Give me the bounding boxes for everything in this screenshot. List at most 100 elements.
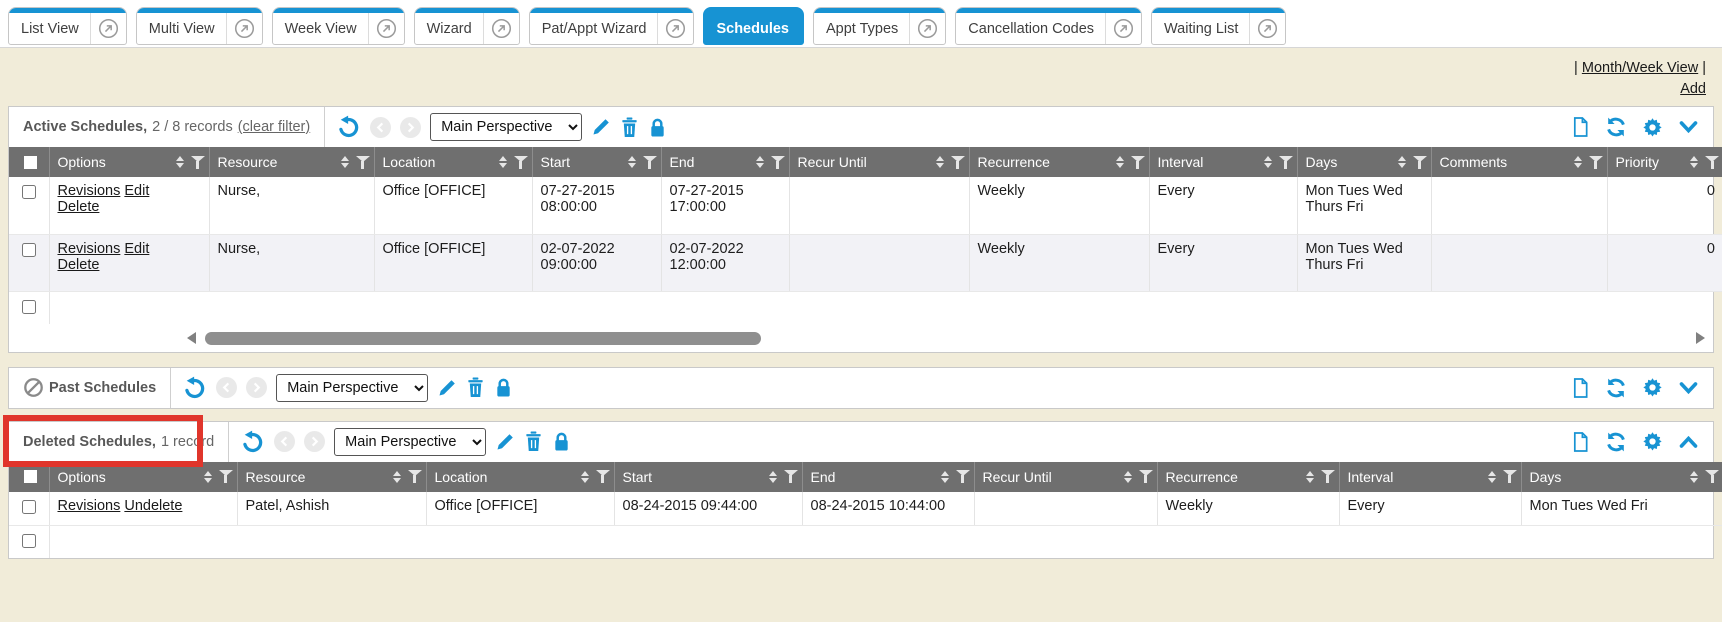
filter-icon[interactable]	[956, 470, 970, 483]
tab-multi-view[interactable]: Multi View	[136, 7, 263, 45]
column-header-start[interactable]: Start	[532, 147, 661, 177]
open-in-new-icon[interactable]	[369, 18, 404, 39]
filter-icon[interactable]	[1413, 156, 1427, 169]
tab-week-view[interactable]: Week View	[272, 7, 405, 45]
undelete-link[interactable]: Undelete	[124, 498, 182, 514]
filter-icon[interactable]	[1705, 156, 1719, 169]
next-icon[interactable]	[304, 431, 325, 452]
revisions-link[interactable]: Revisions	[58, 183, 121, 199]
tab-cancellation-codes[interactable]: Cancellation Codes	[955, 7, 1142, 45]
column-header-end[interactable]: End	[802, 462, 974, 492]
tab-schedules[interactable]: Schedules	[703, 7, 804, 45]
delete-perspective-icon[interactable]	[620, 117, 639, 138]
prev-icon[interactable]	[216, 377, 237, 398]
settings-gear-icon[interactable]	[1642, 377, 1663, 398]
sort-icon[interactable]	[628, 156, 636, 168]
filter-icon[interactable]	[784, 470, 798, 483]
row-checkbox[interactable]	[22, 185, 36, 199]
settings-gear-icon[interactable]	[1642, 431, 1663, 452]
refresh-icon[interactable]	[1605, 431, 1627, 453]
lock-icon[interactable]	[552, 431, 571, 452]
column-header-comments[interactable]: Comments	[1431, 147, 1607, 177]
row-checkbox[interactable]	[22, 534, 36, 548]
sort-icon[interactable]	[769, 471, 777, 483]
column-header-recur-until[interactable]: Recur Until	[789, 147, 969, 177]
delete-perspective-icon[interactable]	[524, 431, 543, 452]
sort-icon[interactable]	[1488, 471, 1496, 483]
column-header-recurrence[interactable]: Recurrence	[969, 147, 1149, 177]
next-icon[interactable]	[246, 377, 267, 398]
edit-perspective-icon[interactable]	[591, 117, 611, 137]
revisions-link[interactable]: Revisions	[58, 241, 121, 257]
sort-icon[interactable]	[393, 471, 401, 483]
column-header-end[interactable]: End	[661, 147, 789, 177]
perspective-select[interactable]: Main Perspective	[430, 113, 582, 141]
tab-wizard[interactable]: Wizard	[414, 7, 520, 45]
edit-link[interactable]: Edit	[124, 183, 149, 199]
tab-appt-types[interactable]: Appt Types	[813, 7, 946, 45]
filter-icon[interactable]	[1321, 470, 1335, 483]
sort-icon[interactable]	[1264, 156, 1272, 168]
scroll-left-icon[interactable]	[187, 332, 196, 344]
open-in-new-icon[interactable]	[1106, 18, 1141, 39]
sort-icon[interactable]	[1116, 156, 1124, 168]
perspective-select[interactable]: Main Perspective	[276, 374, 428, 402]
column-header-options[interactable]: Options	[49, 462, 237, 492]
column-header-location[interactable]: Location	[426, 462, 614, 492]
column-header-start[interactable]: Start	[614, 462, 802, 492]
open-in-new-icon[interactable]	[227, 18, 262, 39]
filter-icon[interactable]	[643, 156, 657, 169]
filter-icon[interactable]	[219, 470, 233, 483]
column-header-options[interactable]: Options	[49, 147, 209, 177]
sort-icon[interactable]	[1124, 471, 1132, 483]
undo-icon[interactable]	[183, 376, 207, 400]
column-header-location[interactable]: Location	[374, 147, 532, 177]
sort-icon[interactable]	[756, 156, 764, 168]
open-in-new-icon[interactable]	[910, 18, 945, 39]
open-in-new-icon[interactable]	[1250, 18, 1285, 39]
sort-icon[interactable]	[176, 156, 184, 168]
scrollbar-thumb[interactable]	[205, 332, 761, 345]
collapse-chevron-up-icon[interactable]	[1678, 433, 1699, 451]
perspective-select[interactable]: Main Perspective	[334, 428, 486, 456]
tab-list-view[interactable]: List View	[8, 7, 127, 45]
month-week-view-link[interactable]: Month/Week View	[1582, 60, 1698, 76]
sort-icon[interactable]	[204, 471, 212, 483]
undo-icon[interactable]	[337, 115, 361, 139]
prev-icon[interactable]	[370, 117, 391, 138]
new-document-icon[interactable]	[1571, 116, 1590, 138]
filter-icon[interactable]	[1279, 156, 1293, 169]
sort-icon[interactable]	[1690, 156, 1698, 168]
column-header-resource[interactable]: Resource	[209, 147, 374, 177]
tab-pat-appt-wizard[interactable]: Pat/Appt Wizard	[529, 7, 695, 45]
sort-icon[interactable]	[1306, 471, 1314, 483]
select-all-checkbox[interactable]	[9, 147, 49, 177]
select-all-checkbox[interactable]	[9, 462, 49, 492]
column-header-interval[interactable]: Interval	[1339, 462, 1521, 492]
column-header-days[interactable]: Days	[1521, 462, 1722, 492]
edit-perspective-icon[interactable]	[437, 378, 457, 398]
new-document-icon[interactable]	[1571, 431, 1590, 453]
settings-gear-icon[interactable]	[1642, 117, 1663, 138]
delete-link[interactable]: Delete	[58, 257, 100, 273]
filter-icon[interactable]	[408, 470, 422, 483]
lock-icon[interactable]	[494, 377, 513, 398]
refresh-icon[interactable]	[1605, 116, 1627, 138]
column-header-resource[interactable]: Resource	[237, 462, 426, 492]
lock-icon[interactable]	[648, 117, 667, 138]
row-checkbox[interactable]	[22, 243, 36, 257]
open-in-new-icon[interactable]	[91, 18, 126, 39]
filter-icon[interactable]	[951, 156, 965, 169]
filter-icon[interactable]	[771, 156, 785, 169]
column-header-days[interactable]: Days	[1297, 147, 1431, 177]
sort-icon[interactable]	[936, 156, 944, 168]
filter-icon[interactable]	[191, 156, 205, 169]
filter-icon[interactable]	[1589, 156, 1603, 169]
edit-link[interactable]: Edit	[124, 241, 149, 257]
filter-icon[interactable]	[514, 156, 528, 169]
next-icon[interactable]	[400, 117, 421, 138]
tab-waiting-list[interactable]: Waiting List	[1151, 7, 1286, 45]
sort-icon[interactable]	[499, 156, 507, 168]
row-checkbox[interactable]	[22, 500, 36, 514]
row-checkbox[interactable]	[22, 300, 36, 314]
